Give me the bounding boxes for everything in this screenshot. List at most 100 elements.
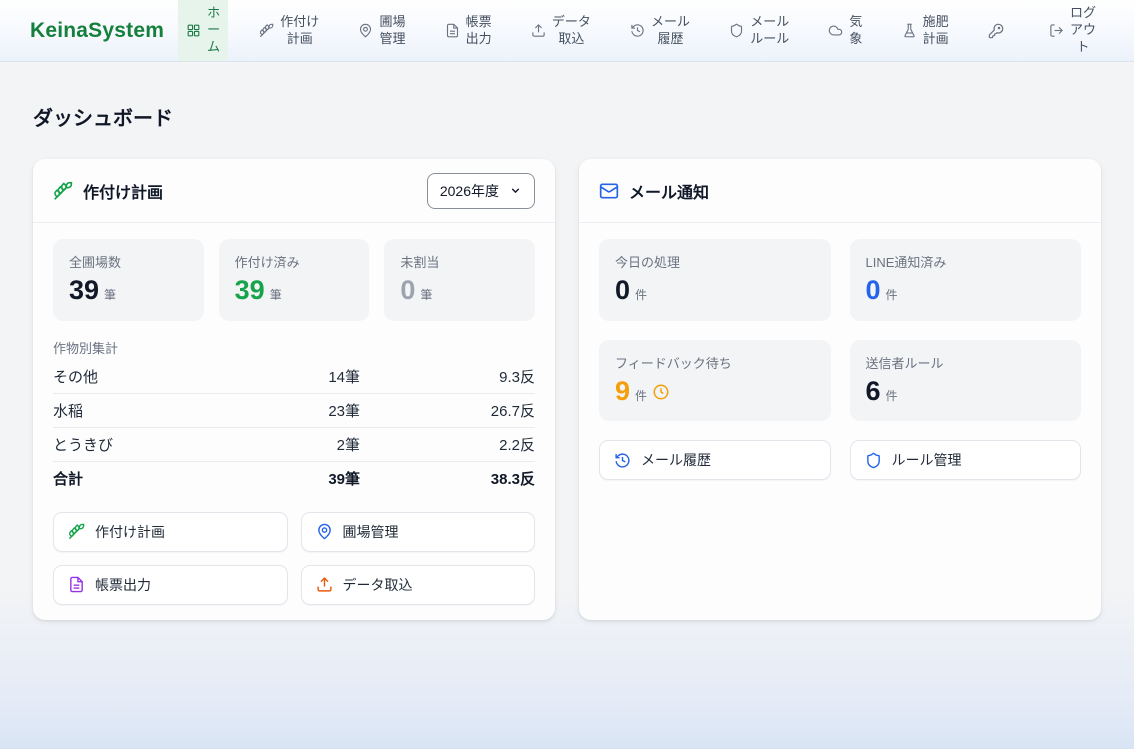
stat-feedback-waiting: フィードバック待ち 9 件 <box>599 340 831 422</box>
crop-area: 38.3反 <box>360 468 535 489</box>
nav-item-weather[interactable]: 気 象 <box>820 0 870 61</box>
cloud-icon <box>828 23 843 38</box>
crop-area: 2.2反 <box>360 434 535 455</box>
main-nav: ホ ー ム 作付け 計画 圃場 管理 帳票 出力 データ 取込 メール 履歴 メ… <box>178 0 1134 61</box>
key-icon <box>988 23 1004 39</box>
nav-item-label: ホ ー ム <box>207 5 220 56</box>
stat-value: 0 <box>615 276 630 306</box>
stat-value: 6 <box>866 377 881 407</box>
planting-plan-button[interactable]: 作付け計画 <box>53 512 288 552</box>
mail-card-title: メール通知 <box>629 179 709 203</box>
nav-item-mail-history[interactable]: メール 履歴 <box>622 0 698 61</box>
button-label: 圃場管理 <box>343 522 399 542</box>
nav-item-label: 気 象 <box>849 14 862 48</box>
stat-planted: 作付け済み 39 筆 <box>219 239 370 321</box>
stat-label: 送信者ルール <box>866 353 1066 372</box>
stat-unit: 件 <box>886 286 898 303</box>
flask-icon <box>902 23 917 38</box>
stat-unit: 筆 <box>270 286 282 303</box>
stat-total-fields: 全圃場数 39 筆 <box>53 239 204 321</box>
crop-count: 39筆 <box>240 468 360 489</box>
nav-item-label: 圃場 管理 <box>379 14 405 48</box>
data-import-button[interactable]: データ取込 <box>301 565 536 605</box>
planting-card-title: 作付け計画 <box>83 179 163 203</box>
crop-count: 14筆 <box>240 366 360 387</box>
crop-name: 合計 <box>53 468 240 489</box>
nav-item-data-import[interactable]: データ 取込 <box>523 0 599 61</box>
logout-icon <box>1049 23 1064 38</box>
nav-item-home[interactable]: ホ ー ム <box>178 0 228 61</box>
stat-unit: 筆 <box>420 286 432 303</box>
stat-label: フィードバック待ち <box>615 353 815 372</box>
history-icon <box>614 452 631 469</box>
stat-label: 作付け済み <box>235 252 354 271</box>
stat-label: 今日の処理 <box>615 252 815 271</box>
map-pin-icon <box>358 23 373 38</box>
planting-plan-card: 作付け計画 2026年度 全圃場数 39 筆 作付け <box>33 159 555 620</box>
field-management-button[interactable]: 圃場管理 <box>301 512 536 552</box>
crop-name: とうきび <box>53 434 240 455</box>
crop-name: その他 <box>53 366 240 387</box>
planting-card-body: 全圃場数 39 筆 作付け済み 39 筆 未割当 <box>33 223 555 620</box>
nav-item-fertilization-plan[interactable]: 施肥 計画 <box>894 0 957 61</box>
nav-item-field-management[interactable]: 圃場 管理 <box>350 0 413 61</box>
upload-icon <box>531 23 546 38</box>
mail-card-header: メール通知 <box>579 159 1101 223</box>
nav-item-planting-plan[interactable]: 作付け 計画 <box>251 0 327 61</box>
stat-unassigned: 未割当 0 筆 <box>384 239 535 321</box>
crop-area: 9.3反 <box>360 366 535 387</box>
nav-item-label: 帳票 出力 <box>466 14 492 48</box>
top-navbar: KeinaSystem ホ ー ム 作付け 計画 圃場 管理 帳票 出力 データ… <box>0 0 1134 62</box>
button-label: 帳票出力 <box>95 575 151 595</box>
mail-notification-card: メール通知 今日の処理 0 件 LINE通知済み 0 <box>579 159 1101 620</box>
nav-item-password-key[interactable] <box>980 0 1018 61</box>
nav-item-label: 施肥 計画 <box>923 14 949 48</box>
stat-label: 全圃場数 <box>69 252 188 271</box>
report-output-button[interactable]: 帳票出力 <box>53 565 288 605</box>
crop-count: 2筆 <box>240 434 360 455</box>
brand-logo[interactable]: KeinaSystem <box>30 19 164 43</box>
button-label: メール履歴 <box>641 450 711 470</box>
stat-today-processed: 今日の処理 0 件 <box>599 239 831 321</box>
nav-item-logout[interactable]: ログ アウ ト <box>1041 0 1104 61</box>
clock-icon <box>652 383 670 401</box>
table-row-total: 合計 39筆 38.3反 <box>53 462 535 496</box>
upload-icon <box>316 576 333 593</box>
grid-icon <box>186 23 201 38</box>
nav-item-label: メール 履歴 <box>651 14 690 48</box>
rule-management-button[interactable]: ルール管理 <box>850 440 1082 480</box>
page-title: ダッシュボード <box>33 102 1101 131</box>
year-select-value: 2026年度 <box>440 181 499 201</box>
crop-area: 26.7反 <box>360 400 535 421</box>
stat-value: 9 <box>615 377 630 407</box>
nav-item-report-output[interactable]: 帳票 出力 <box>437 0 500 61</box>
wheat-icon <box>53 181 73 201</box>
stat-line-notified: LINE通知済み 0 件 <box>850 239 1082 321</box>
stat-label: LINE通知済み <box>866 252 1066 271</box>
nav-item-mail-rules[interactable]: メール ルール <box>721 0 797 61</box>
year-select[interactable]: 2026年度 <box>427 173 535 209</box>
stat-label: 未割当 <box>400 252 519 271</box>
table-row: とうきび 2筆 2.2反 <box>53 428 535 462</box>
table-row: その他 14筆 9.3反 <box>53 360 535 394</box>
dashboard-page: ダッシュボード 作付け計画 2026年度 全圃場数 39 筆 <box>0 62 1134 620</box>
mail-history-button[interactable]: メール履歴 <box>599 440 831 480</box>
stat-value: 0 <box>400 276 415 306</box>
nav-item-label: メール ルール <box>750 14 789 48</box>
mail-card-body: 今日の処理 0 件 LINE通知済み 0 件 フ <box>579 223 1101 620</box>
crop-count: 23筆 <box>240 400 360 421</box>
file-icon <box>68 576 85 593</box>
map-pin-icon <box>316 523 333 540</box>
nav-item-label: ログ アウ ト <box>1070 5 1096 56</box>
stat-value: 39 <box>235 276 265 306</box>
stat-value: 39 <box>69 276 99 306</box>
nav-item-label: データ 取込 <box>552 14 591 48</box>
table-row: 水稲 23筆 26.7反 <box>53 394 535 428</box>
shield-icon <box>729 23 744 38</box>
chevron-down-icon <box>509 184 522 197</box>
wheat-icon <box>68 523 85 540</box>
wheat-icon <box>259 23 274 38</box>
stat-unit: 件 <box>886 387 898 404</box>
crop-summary-table: 作物別集計 その他 14筆 9.3反 水稲 23筆 26.7反 とうきび 2筆 <box>53 338 535 496</box>
mail-icon <box>599 181 619 201</box>
